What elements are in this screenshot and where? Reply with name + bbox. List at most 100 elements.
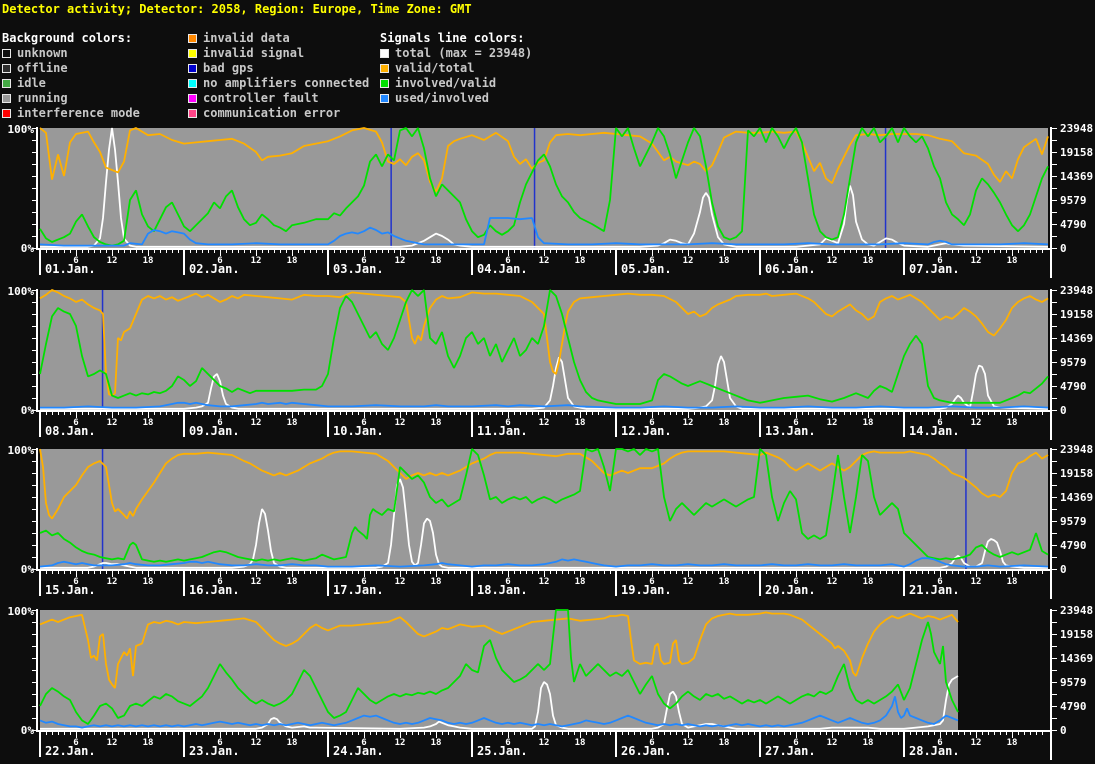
day-label: 17.Jan. (333, 583, 384, 597)
svg-text:12: 12 (107, 418, 118, 428)
y-right-label: 9579 (1060, 515, 1087, 528)
day-tick (759, 250, 761, 275)
day-label: 16.Jan. (189, 583, 240, 597)
y-axis-right (1050, 289, 1052, 440)
svg-text:18: 18 (719, 738, 730, 748)
day-label: 14.Jan. (909, 424, 960, 438)
svg-text:18: 18 (863, 256, 874, 266)
day-tick (327, 732, 329, 757)
svg-text:18: 18 (1007, 577, 1018, 587)
day-tick (39, 732, 41, 757)
svg-text:18: 18 (287, 418, 298, 428)
day-label: 19.Jan. (621, 583, 672, 597)
day-tick (903, 732, 905, 757)
svg-text:18: 18 (431, 738, 442, 748)
y-right-label: 14369 (1060, 491, 1093, 504)
svg-text:18: 18 (431, 577, 442, 587)
svg-text:18: 18 (863, 418, 874, 428)
chart-row-1: 100%0%6 12 18 6 12 18 6 12 18 6 12 18 6 12 18 6 12 18 6 12 1… (8, 122, 1093, 278)
svg-text:18: 18 (143, 738, 154, 748)
y-right-label: 19158 (1060, 308, 1093, 321)
day-tick (183, 412, 185, 437)
y-right-label: 23948 (1060, 122, 1093, 135)
y-right-label: 9579 (1060, 356, 1087, 369)
svg-text:12: 12 (251, 256, 262, 266)
y-right-label: 0 (1060, 404, 1067, 417)
day-tick (615, 250, 617, 275)
svg-text:12: 12 (107, 577, 118, 587)
plot-background (40, 290, 1048, 410)
svg-text:12: 12 (251, 738, 262, 748)
svg-text:18: 18 (863, 738, 874, 748)
y-right-label: 0 (1060, 242, 1067, 255)
svg-text:12: 12 (971, 418, 982, 428)
svg-text:18: 18 (719, 256, 730, 266)
bad-gps-event-line (965, 449, 967, 569)
svg-text:18: 18 (143, 256, 154, 266)
day-tick (183, 571, 185, 596)
day-label: 21.Jan. (909, 583, 960, 597)
svg-text:18: 18 (287, 577, 298, 587)
day-label: 25.Jan. (477, 744, 528, 758)
y-left-0-label: 0% (21, 242, 35, 255)
bad-gps-event-line (884, 128, 887, 248)
svg-text:18: 18 (143, 577, 154, 587)
plot-background (40, 610, 958, 730)
day-tick (903, 412, 905, 437)
svg-text:12: 12 (971, 577, 982, 587)
day-label: 01.Jan. (45, 262, 96, 276)
y-right-label: 9579 (1060, 676, 1087, 689)
day-tick (183, 732, 185, 757)
svg-text:18: 18 (575, 738, 586, 748)
y-left-100-label: 100% (8, 444, 35, 457)
detector-activity-page: Detector activity; Detector: 2058, Regio… (0, 0, 1095, 764)
svg-text:18: 18 (719, 418, 730, 428)
day-label: 12.Jan. (621, 424, 672, 438)
svg-text:12: 12 (539, 577, 550, 587)
y-axis-left (36, 127, 38, 250)
y-right-label: 14369 (1060, 332, 1093, 345)
y-right-label: 19158 (1060, 467, 1093, 480)
day-label: 11.Jan. (477, 424, 528, 438)
svg-text:12: 12 (683, 577, 694, 587)
y-right-label: 23948 (1060, 443, 1093, 456)
x-axis (36, 410, 1052, 412)
y-right-label: 14369 (1060, 170, 1093, 183)
y-right-label: 4790 (1060, 700, 1087, 713)
day-label: 26.Jan. (621, 744, 672, 758)
svg-text:12: 12 (395, 577, 406, 587)
y-left-0-label: 0% (21, 724, 35, 737)
svg-text:12: 12 (971, 738, 982, 748)
day-tick (903, 571, 905, 596)
y-axis-right (1050, 127, 1052, 278)
y-right-label: 19158 (1060, 628, 1093, 641)
svg-text:12: 12 (827, 738, 838, 748)
svg-text:12: 12 (827, 418, 838, 428)
y-right-label: 14369 (1060, 652, 1093, 665)
day-tick (327, 412, 329, 437)
day-label: 04.Jan. (477, 262, 528, 276)
x-axis (36, 248, 1052, 250)
y-right-label: 4790 (1060, 380, 1087, 393)
day-tick (471, 250, 473, 275)
svg-text:12: 12 (683, 738, 694, 748)
day-label: 07.Jan. (909, 262, 960, 276)
day-tick (471, 571, 473, 596)
svg-text:18: 18 (1007, 738, 1018, 748)
day-tick (327, 571, 329, 596)
day-label: 22.Jan. (45, 744, 96, 758)
day-label: 02.Jan. (189, 262, 240, 276)
svg-text:12: 12 (251, 418, 262, 428)
svg-text:18: 18 (575, 418, 586, 428)
svg-text:12: 12 (539, 418, 550, 428)
day-tick (327, 250, 329, 275)
chart-row-2: 100%0%6 12 18 6 12 18 6 12 18 6 12 18 6 12 18 6 12 18 6 12 1… (8, 284, 1093, 440)
svg-text:12: 12 (827, 577, 838, 587)
y-right-label: 19158 (1060, 146, 1093, 159)
svg-text:12: 12 (395, 738, 406, 748)
x-axis (36, 730, 1052, 732)
svg-text:18: 18 (575, 577, 586, 587)
svg-text:12: 12 (107, 256, 118, 266)
y-left-0-label: 0% (21, 404, 35, 417)
svg-text:18: 18 (719, 577, 730, 587)
